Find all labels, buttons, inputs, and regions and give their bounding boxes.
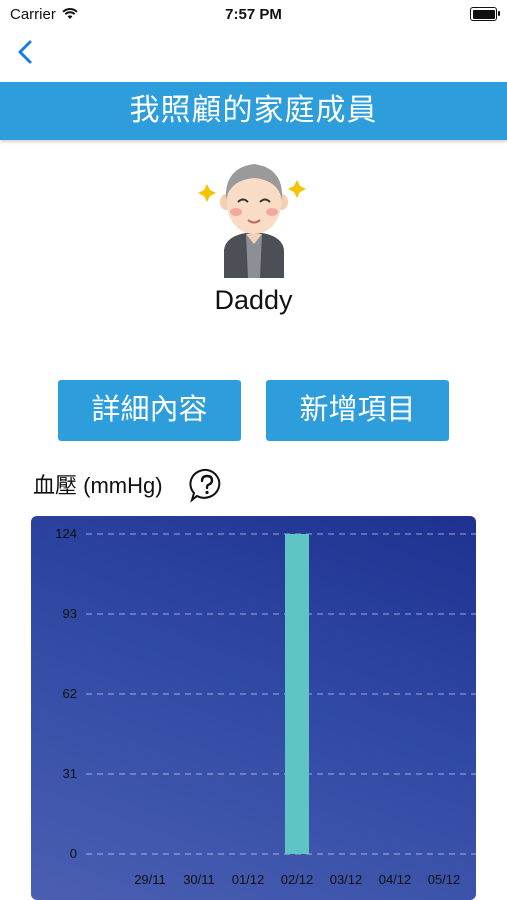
y-tick-label: 62 bbox=[63, 686, 77, 701]
blood-pressure-label: 血壓 (mmHg) bbox=[33, 473, 163, 498]
clock: 7:57 PM bbox=[225, 6, 282, 23]
add-item-button[interactable]: 新增項目 bbox=[266, 380, 449, 441]
y-tick-label: 124 bbox=[55, 526, 77, 541]
y-tick-label: 31 bbox=[63, 766, 77, 781]
elderly-man-avatar bbox=[198, 164, 306, 278]
y-tick-label: 93 bbox=[63, 606, 77, 621]
details-button[interactable]: 詳細內容 bbox=[58, 380, 241, 441]
x-tick-label: 29/11 bbox=[134, 872, 166, 887]
member-name: Daddy bbox=[214, 285, 293, 315]
x-tick-label: 01/12 bbox=[232, 872, 265, 887]
x-tick-label: 05/12 bbox=[428, 872, 461, 887]
x-tick-label: 03/12 bbox=[330, 872, 363, 887]
y-tick-label: 0 bbox=[70, 846, 77, 861]
chart-canvas: 0 31 62 93 124 29/11 30/11 01/12 02/12 03/12 04/12… bbox=[55, 526, 476, 887]
title-banner: 我照顧的家庭成員 bbox=[0, 82, 507, 140]
x-tick-label: 04/12 bbox=[379, 872, 412, 887]
status-bar: Carrier 7:57 PM bbox=[0, 0, 507, 30]
battery-icon bbox=[470, 7, 500, 21]
page-title: 我照顧的家庭成員 bbox=[129, 94, 378, 127]
back-chevron-icon[interactable] bbox=[12, 38, 42, 68]
blood-pressure-chart: 0 31 62 93 124 29/11 30/11 01/12 02/12 03/12 04/12… bbox=[31, 516, 476, 900]
x-tick-label: 02/12 bbox=[281, 872, 314, 887]
help-question-icon[interactable] bbox=[188, 467, 226, 503]
x-tick-label: 30/11 bbox=[183, 872, 215, 887]
navigation-bar bbox=[0, 30, 507, 80]
bar-02/12 bbox=[285, 534, 309, 854]
